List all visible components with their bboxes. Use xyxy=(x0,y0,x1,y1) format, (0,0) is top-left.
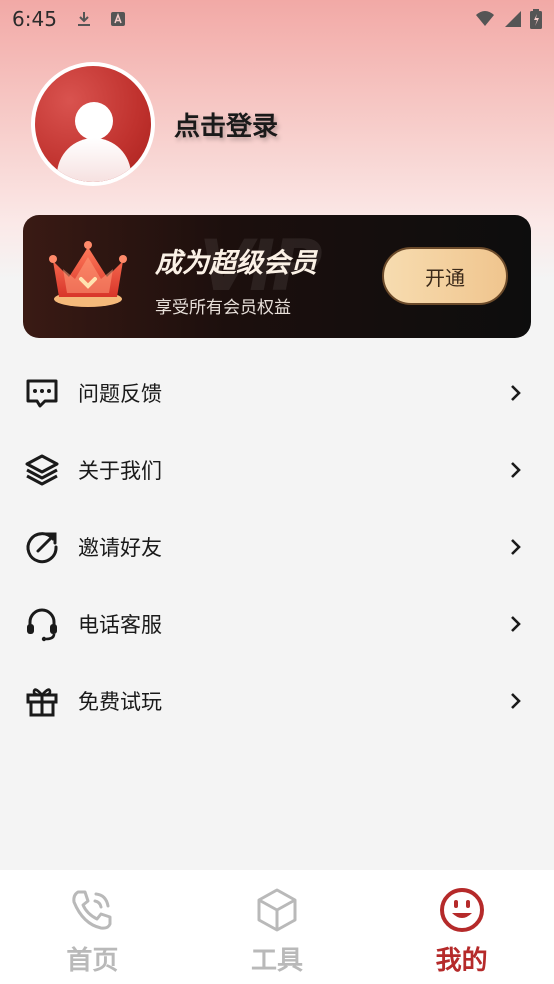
tab-home[interactable]: 首页 xyxy=(0,870,185,984)
cube-icon xyxy=(257,888,297,932)
tab-mine[interactable]: 我的 xyxy=(369,870,554,984)
chevron-right-icon xyxy=(511,692,521,709)
tab-label: 首页 xyxy=(66,946,119,976)
status-time: 6:45 xyxy=(12,7,57,31)
battery-icon xyxy=(530,9,542,29)
chevron-right-icon xyxy=(511,538,521,555)
avatar-placeholder-icon xyxy=(35,66,151,182)
smile-icon xyxy=(439,888,484,932)
gift-icon xyxy=(26,687,58,716)
phone-icon xyxy=(72,890,112,930)
menu-item-phone-support[interactable]: 电话客服 xyxy=(0,585,554,662)
chevron-right-icon xyxy=(511,615,521,632)
menu-item-feedback[interactable]: 问题反馈 xyxy=(0,354,554,431)
crown-icon xyxy=(49,241,127,307)
a-letter-icon xyxy=(110,12,125,26)
menu-label: 关于我们 xyxy=(78,458,162,483)
signal-icon xyxy=(505,11,521,27)
vip-card[interactable]: VIP 成为超级会员 享受所有会员权益 开通 xyxy=(23,215,531,338)
menu-item-invite[interactable]: 邀请好友 xyxy=(0,508,554,585)
menu-label: 免费试玩 xyxy=(78,689,162,714)
tab-tools[interactable]: 工具 xyxy=(185,870,370,984)
menu-item-about[interactable]: 关于我们 xyxy=(0,431,554,508)
menu-label: 邀请好友 xyxy=(78,535,162,560)
status-bar: 6:45 xyxy=(0,0,554,38)
menu-label: 问题反馈 xyxy=(78,381,162,406)
vip-open-button[interactable]: 开通 xyxy=(382,247,508,305)
share-arrow-icon xyxy=(26,531,58,563)
wifi-icon xyxy=(476,11,494,26)
tab-label: 我的 xyxy=(435,946,488,976)
vip-title: 成为超级会员 xyxy=(155,248,317,279)
chevron-right-icon xyxy=(511,461,521,478)
settings-menu: 问题反馈 关于我们 邀请好友 电话客服 免费试玩 xyxy=(0,354,554,739)
avatar[interactable] xyxy=(31,62,155,186)
menu-item-free-trial[interactable]: 免费试玩 xyxy=(0,662,554,739)
layers-icon xyxy=(25,454,59,485)
vip-subtitle: 享受所有会员权益 xyxy=(155,298,291,318)
chat-icon xyxy=(26,379,58,407)
menu-label: 电话客服 xyxy=(78,612,162,637)
chevron-right-icon xyxy=(511,384,521,401)
headset-icon xyxy=(27,608,57,641)
download-icon xyxy=(77,12,90,26)
login-link[interactable]: 点击登录 xyxy=(174,106,278,143)
bottom-tab-bar: 首页 工具 我的 xyxy=(0,870,554,984)
tab-label: 工具 xyxy=(251,946,304,976)
